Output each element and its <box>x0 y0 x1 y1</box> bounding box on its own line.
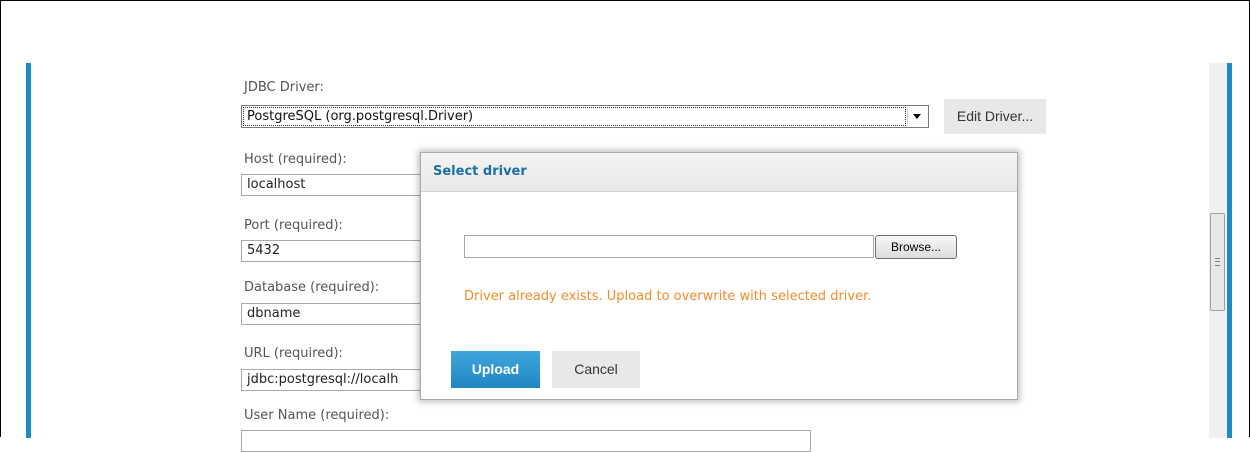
database-label: Database (required): <box>244 280 380 295</box>
port-field[interactable]: 5432 <box>241 240 425 262</box>
browse-button[interactable]: Browse... <box>875 235 957 259</box>
grip-icon <box>1215 258 1220 266</box>
driver-file-input[interactable] <box>464 235 874 258</box>
jdbc-driver-select[interactable]: PostgreSQL (org.postgresql.Driver) <box>241 105 929 128</box>
url-label: URL (required): <box>244 346 343 361</box>
cancel-button[interactable]: Cancel <box>552 351 640 388</box>
upload-button[interactable]: Upload <box>451 351 540 388</box>
username-field[interactable] <box>241 430 811 452</box>
vertical-scrollbar[interactable] <box>1209 63 1227 438</box>
driver-exists-warning: Driver already exists. Upload to overwri… <box>464 289 872 304</box>
jdbc-driver-label: JDBC Driver: <box>244 80 324 95</box>
left-accent-bar <box>26 63 31 438</box>
database-field[interactable]: dbname <box>241 303 425 325</box>
host-field[interactable]: localhost <box>241 174 425 196</box>
scrollbar-thumb[interactable] <box>1210 213 1225 311</box>
select-driver-dialog: Select driver Browse... Driver already e… <box>420 152 1018 400</box>
username-label: User Name (required): <box>244 408 390 423</box>
chevron-down-icon[interactable] <box>907 107 927 126</box>
host-label: Host (required): <box>244 152 347 167</box>
port-label: Port (required): <box>244 218 343 233</box>
dialog-header: Select driver <box>421 153 1017 192</box>
right-accent-bar <box>1227 63 1232 438</box>
jdbc-driver-selected-value: PostgreSQL (org.postgresql.Driver) <box>243 107 906 126</box>
edit-driver-button[interactable]: Edit Driver... <box>944 99 1046 134</box>
dialog-title: Select driver <box>433 164 527 179</box>
url-field[interactable]: jdbc:postgresql://localh <box>241 369 425 391</box>
